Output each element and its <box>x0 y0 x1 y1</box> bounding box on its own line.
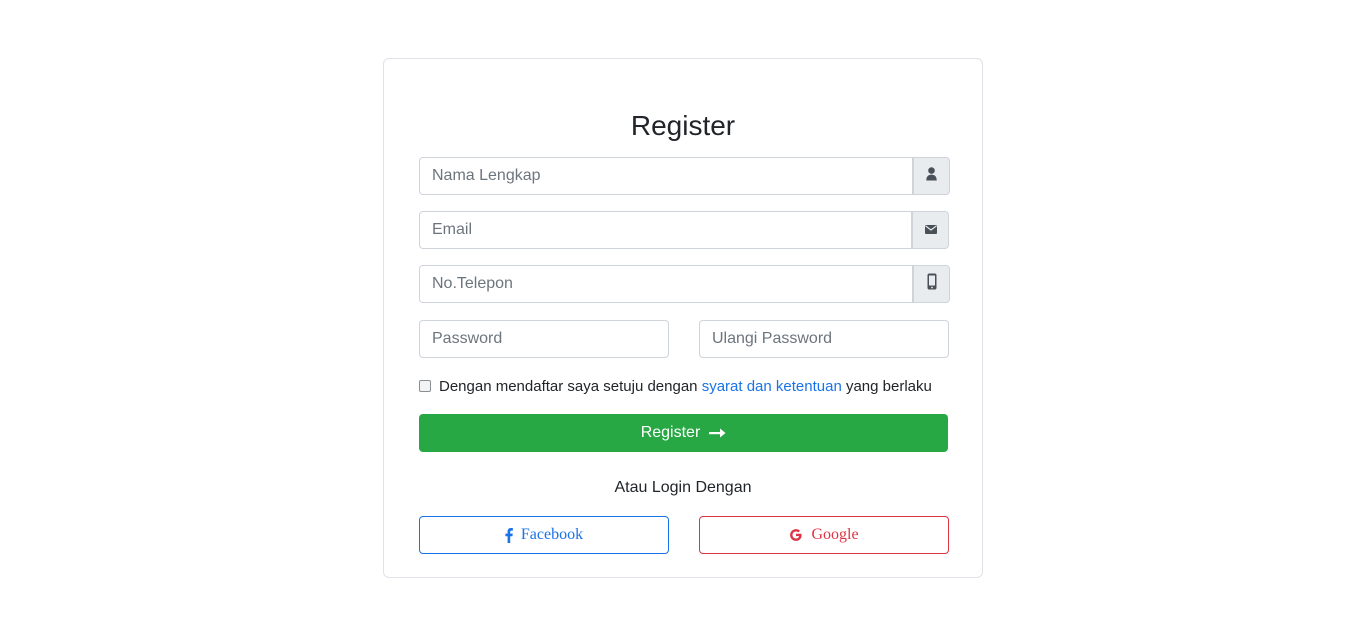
mobile-phone-icon <box>927 273 937 295</box>
phone-input[interactable] <box>419 265 913 303</box>
google-icon <box>789 528 803 542</box>
facebook-icon <box>505 527 513 543</box>
phone-addon <box>913 265 950 303</box>
register-card: Register Dengan mendaftar saya setuju de… <box>383 58 983 578</box>
terms-checkbox[interactable] <box>419 380 431 392</box>
terms-text-prefix: Dengan mendaftar saya setuju dengan <box>439 377 698 395</box>
alt-login-text: Atau Login Dengan <box>614 479 752 496</box>
terms-link[interactable]: syarat dan ketentuan <box>702 378 842 395</box>
google-login-button[interactable]: Google <box>699 516 949 554</box>
page-title: Register <box>630 110 736 141</box>
confirm-password-input[interactable] <box>699 320 949 358</box>
register-button-label: Register <box>640 424 701 441</box>
arrow-right-icon <box>709 428 726 438</box>
email-addon <box>912 211 949 249</box>
terms-row: Dengan mendaftar saya setuju dengan syar… <box>419 377 932 395</box>
full-name-input[interactable] <box>419 157 913 195</box>
password-input[interactable] <box>419 320 669 358</box>
google-label: Google <box>811 526 859 543</box>
register-button[interactable]: Register <box>419 414 948 452</box>
user-icon <box>926 166 937 186</box>
full-name-addon <box>913 157 950 195</box>
email-input[interactable] <box>419 211 912 249</box>
facebook-login-button[interactable]: Facebook <box>419 516 669 554</box>
envelope-icon <box>924 221 937 239</box>
facebook-label: Facebook <box>520 526 584 543</box>
terms-text-suffix: yang berlaku <box>845 377 932 395</box>
